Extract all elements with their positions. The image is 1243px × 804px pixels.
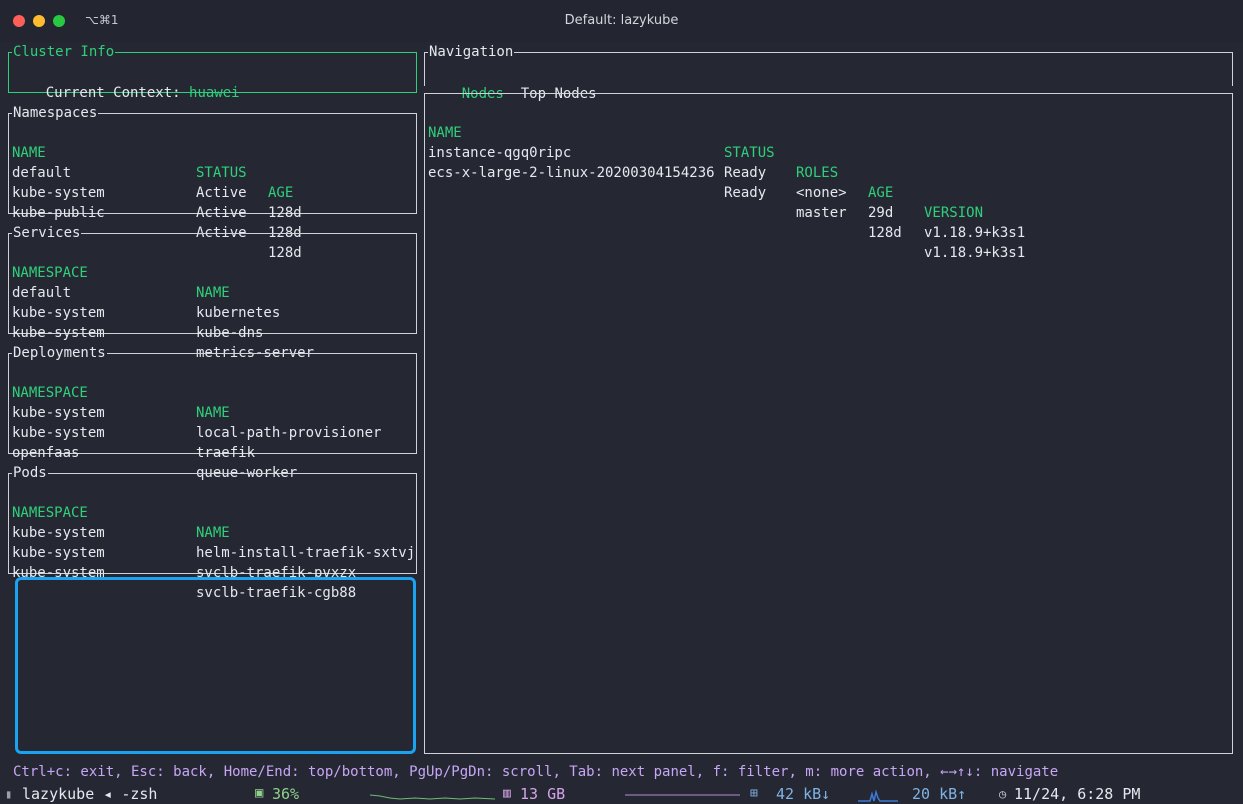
node-name: ecs-x-large-2-linux-20200304154236 [428, 165, 715, 181]
node-age: 128d [868, 225, 902, 241]
cluster-info-panel[interactable]: Cluster Info Current Context: huawei [8, 44, 417, 101]
deployment-namespace: openfaas [12, 445, 80, 461]
pods-panel[interactable]: Pods NAMESPACE NAME kube-system helm-ins… [8, 465, 417, 601]
navigation-panel[interactable]: Navigation Nodes Top Nodes [424, 44, 1233, 102]
services-title: Services [12, 225, 82, 242]
namespaces-title: Namespaces [12, 105, 99, 122]
clock-icon: ◷ [999, 787, 1007, 801]
network-sparkline [858, 789, 898, 802]
navigation-title: Navigation [428, 44, 515, 61]
session-label: lazykube ◂ -zsh [22, 785, 158, 803]
nodes-panel[interactable]: NAME STATUS ROLES AGE VERSION instance-q… [424, 93, 1233, 754]
keybinding-help: Ctrl+c: exit, Esc: back, Home/End: top/b… [13, 764, 1059, 780]
network-down: 42 kB↓ [776, 785, 831, 803]
table-row[interactable]: ecs-x-large-2-linux-20200304154236 Ready… [428, 143, 1228, 283]
namespaces-panel[interactable]: Namespaces NAME STATUS AGE default Activ… [8, 105, 417, 261]
cpu-sparkline [370, 794, 495, 800]
status-bar: ▮ lazykube ◂ -zsh ▣ 36% ▥ 13 GB ⊞ 42 kB↓… [0, 784, 1243, 804]
window-title: Default: lazykube [564, 13, 679, 28]
services-panel[interactable]: Services NAMESPACE NAME default kubernet… [8, 225, 417, 361]
memory-sparkline [625, 794, 740, 796]
datetime: 11/24, 6:28 PM [1014, 785, 1141, 803]
folder-icon: ▮ [5, 787, 13, 801]
network-icon: ⊞ [750, 786, 758, 801]
detail-panel[interactable] [15, 577, 416, 754]
cpu-icon: ▣ [255, 785, 264, 801]
pods-title: Pods [12, 465, 48, 482]
memory-icon: ▥ [503, 786, 511, 801]
network-up: 20 kB↑ [912, 785, 967, 803]
node-version: v1.18.9+k3s1 [924, 245, 1026, 261]
cluster-info-title: Cluster Info [12, 44, 116, 61]
node-status: Ready [724, 185, 767, 201]
cpu-usage: 36% [272, 785, 300, 803]
namespace-name: kube-public [12, 205, 105, 221]
service-namespace: kube-system [12, 325, 105, 341]
window-titlebar: ⌥⌘1 Default: lazykube [0, 0, 1243, 42]
deployments-panel[interactable]: Deployments NAMESPACE NAME kube-system l… [8, 345, 417, 481]
deployments-title: Deployments [12, 345, 107, 362]
memory-usage: 13 GB [520, 785, 566, 803]
current-context-value: huawei [189, 85, 240, 101]
node-roles: master [796, 205, 847, 221]
current-context-label: Current Context: [45, 85, 181, 101]
